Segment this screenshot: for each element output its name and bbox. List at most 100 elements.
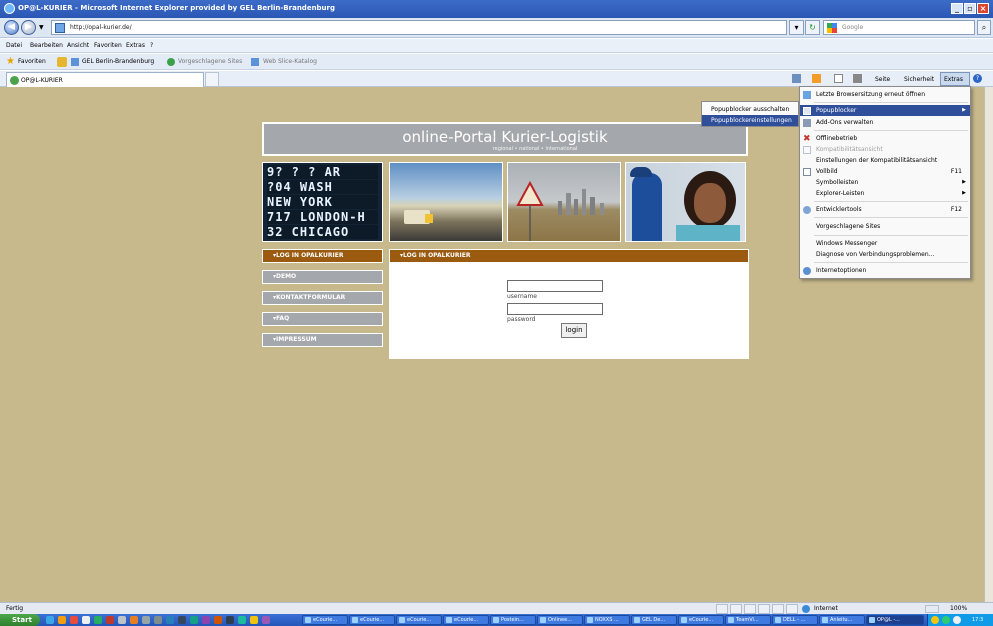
menu-bearbeiten[interactable]: Bearbeiten [30, 42, 63, 49]
forward-button[interactable]: ▶ [21, 20, 36, 35]
quicklaunch-icon[interactable] [142, 616, 150, 624]
menu-item-messenger[interactable]: Windows Messenger [800, 238, 970, 249]
page-menu-button[interactable]: Seite [875, 76, 890, 83]
quicklaunch-icon[interactable] [82, 616, 90, 624]
taskbar-button[interactable]: NOXXS ... [584, 615, 630, 625]
menu-item-popupblocker-off[interactable]: Popupblocker ausschalten [702, 104, 798, 115]
menu-item-devtools[interactable]: Entwicklertools F12 [800, 204, 970, 215]
menu-item-popupblocker-settings[interactable]: Popupblockereinstellungen [702, 115, 798, 126]
quicklaunch-icon[interactable] [250, 616, 258, 624]
start-button[interactable]: Start [0, 614, 40, 626]
taskbar-button[interactable]: eCourie... [349, 615, 395, 625]
print-icon[interactable] [853, 74, 862, 83]
taskbar-button[interactable]: eCourie... [302, 615, 348, 625]
tab-opal-kurier[interactable]: OP@L-KURIER [6, 72, 204, 87]
quicklaunch-icon[interactable] [130, 616, 138, 624]
taskbar-button[interactable]: TeamVi... [725, 615, 771, 625]
home-icon[interactable] [792, 74, 801, 83]
quicklaunch-icon[interactable] [226, 616, 234, 624]
taskbar-button[interactable]: GEL De... [631, 615, 677, 625]
nav-impressum[interactable]: ▾IMPRESSUM [262, 333, 383, 347]
quicklaunch-icon[interactable] [106, 616, 114, 624]
vertical-scrollbar[interactable] [984, 87, 993, 602]
menu-item-label: Einstellungen der Kompatibilitätsansicht [816, 157, 938, 164]
zoom-level[interactable]: 100% [950, 605, 967, 612]
menu-item-internet-options[interactable]: Internetoptionen [800, 265, 970, 276]
taskbar-button-active[interactable]: OP@L -... [866, 615, 924, 625]
favorite-link-gel[interactable]: GEL Berlin-Brandenburg [82, 58, 154, 65]
menu-help[interactable]: ? [150, 42, 153, 49]
taskbar-button[interactable]: Onlinee... [537, 615, 583, 625]
taskbar-button[interactable]: eCourie... [678, 615, 724, 625]
quicklaunch-icon[interactable] [262, 616, 270, 624]
quicklaunch-icon[interactable] [178, 616, 186, 624]
password-input[interactable] [507, 303, 603, 315]
taskbar-button[interactable]: DELL - ... [772, 615, 818, 625]
quicklaunch-icon[interactable] [190, 616, 198, 624]
quicklaunch-icon[interactable] [58, 616, 66, 624]
menu-ansicht[interactable]: Ansicht [67, 42, 89, 49]
search-icon[interactable]: ⌕ [977, 20, 991, 35]
refresh-icon[interactable]: ↻ [805, 20, 820, 35]
menu-item-popupblocker[interactable]: Popupblocker ▶ [800, 105, 970, 116]
help-icon[interactable]: ? [973, 74, 982, 83]
menu-item-addons[interactable]: Add-Ons verwalten [800, 117, 970, 128]
search-field[interactable]: Google [823, 20, 975, 35]
menu-item-toolbars[interactable]: Symbolleisten ▶ [800, 177, 970, 188]
menu-item-offline[interactable]: ✖ Offlinebetrieb [800, 133, 970, 144]
menu-item-fullscreen[interactable]: Vollbild F11 [800, 166, 970, 177]
username-input[interactable] [507, 280, 603, 292]
quicklaunch-icon[interactable] [46, 616, 54, 624]
address-field[interactable]: http://opal-kurier.de/ [51, 20, 787, 35]
add-favorite-icon[interactable] [57, 57, 67, 67]
login-button[interactable]: login [561, 323, 587, 338]
extras-menu-button[interactable]: Extras [940, 72, 970, 86]
tray-icon[interactable] [953, 616, 961, 624]
favorites-button[interactable]: Favoriten [18, 58, 46, 65]
menu-item-label: Symbolleisten [816, 179, 859, 186]
address-dropdown-button[interactable]: ▾ [789, 20, 804, 35]
close-button[interactable]: × [977, 3, 989, 14]
nav-kontaktformular[interactable]: ▾KONTAKTFORMULAR [262, 291, 383, 305]
quicklaunch-icon[interactable] [238, 616, 246, 624]
protected-mode-icon[interactable] [925, 605, 939, 613]
feeds-icon[interactable] [812, 74, 821, 83]
quicklaunch-icon[interactable] [154, 616, 162, 624]
menu-item-label: Entwicklertools [816, 206, 862, 213]
quicklaunch-icon[interactable] [202, 616, 210, 624]
tray-icon[interactable] [942, 616, 950, 624]
new-tab-button[interactable] [205, 72, 219, 87]
nav-demo[interactable]: ▾DEMO [262, 270, 383, 284]
maximize-button[interactable]: ▫ [964, 3, 976, 14]
taskbar-button[interactable]: Anleitu... [819, 615, 865, 625]
quicklaunch-icon[interactable] [94, 616, 102, 624]
quicklaunch-icon[interactable] [118, 616, 126, 624]
menu-datei[interactable]: Datei [6, 42, 22, 49]
menu-item-suggested-sites[interactable]: Vorgeschlagene Sites [800, 221, 970, 232]
taskbar-button[interactable]: eCourie... [396, 615, 442, 625]
taskbar-button[interactable]: Postein... [490, 615, 536, 625]
taskbar-button[interactable]: eCourie... [443, 615, 489, 625]
back-button[interactable]: ◀ [4, 20, 19, 35]
menu-extras[interactable]: Extras [126, 42, 145, 49]
menu-item-diagnose[interactable]: Diagnose von Verbindungsproblemen... [800, 249, 970, 260]
suggested-sites-icon [167, 58, 175, 66]
favorite-link-suggested[interactable]: Vorgeschlagene Sites [178, 58, 242, 65]
safety-menu-button[interactable]: Sicherheit [904, 76, 934, 83]
mail-icon[interactable] [834, 74, 843, 83]
menu-item-compat-settings[interactable]: Einstellungen der Kompatibilitätsansicht [800, 155, 970, 166]
nav-login-opalkurier[interactable]: ▾LOG IN OPALKURIER [262, 249, 383, 263]
url-text: http://opal-kurier.de/ [70, 24, 132, 31]
quicklaunch-icon[interactable] [166, 616, 174, 624]
menu-favoriten[interactable]: Favoriten [94, 42, 122, 49]
favorite-link-webslice[interactable]: Web Slice-Katalog [263, 58, 317, 65]
nav-faq[interactable]: ▾FAQ [262, 312, 383, 326]
quicklaunch-icon[interactable] [214, 616, 222, 624]
minimize-button[interactable]: _ [951, 3, 963, 14]
tray-icon[interactable] [931, 616, 939, 624]
menu-item-explorer-bars[interactable]: Explorer-Leisten ▶ [800, 188, 970, 199]
quicklaunch-icon[interactable] [70, 616, 78, 624]
menu-item-reopen-session[interactable]: Letzte Browsersitzung erneut öffnen [800, 89, 970, 100]
history-dropdown-icon[interactable]: ▼ [39, 24, 44, 31]
google-icon [827, 23, 837, 33]
